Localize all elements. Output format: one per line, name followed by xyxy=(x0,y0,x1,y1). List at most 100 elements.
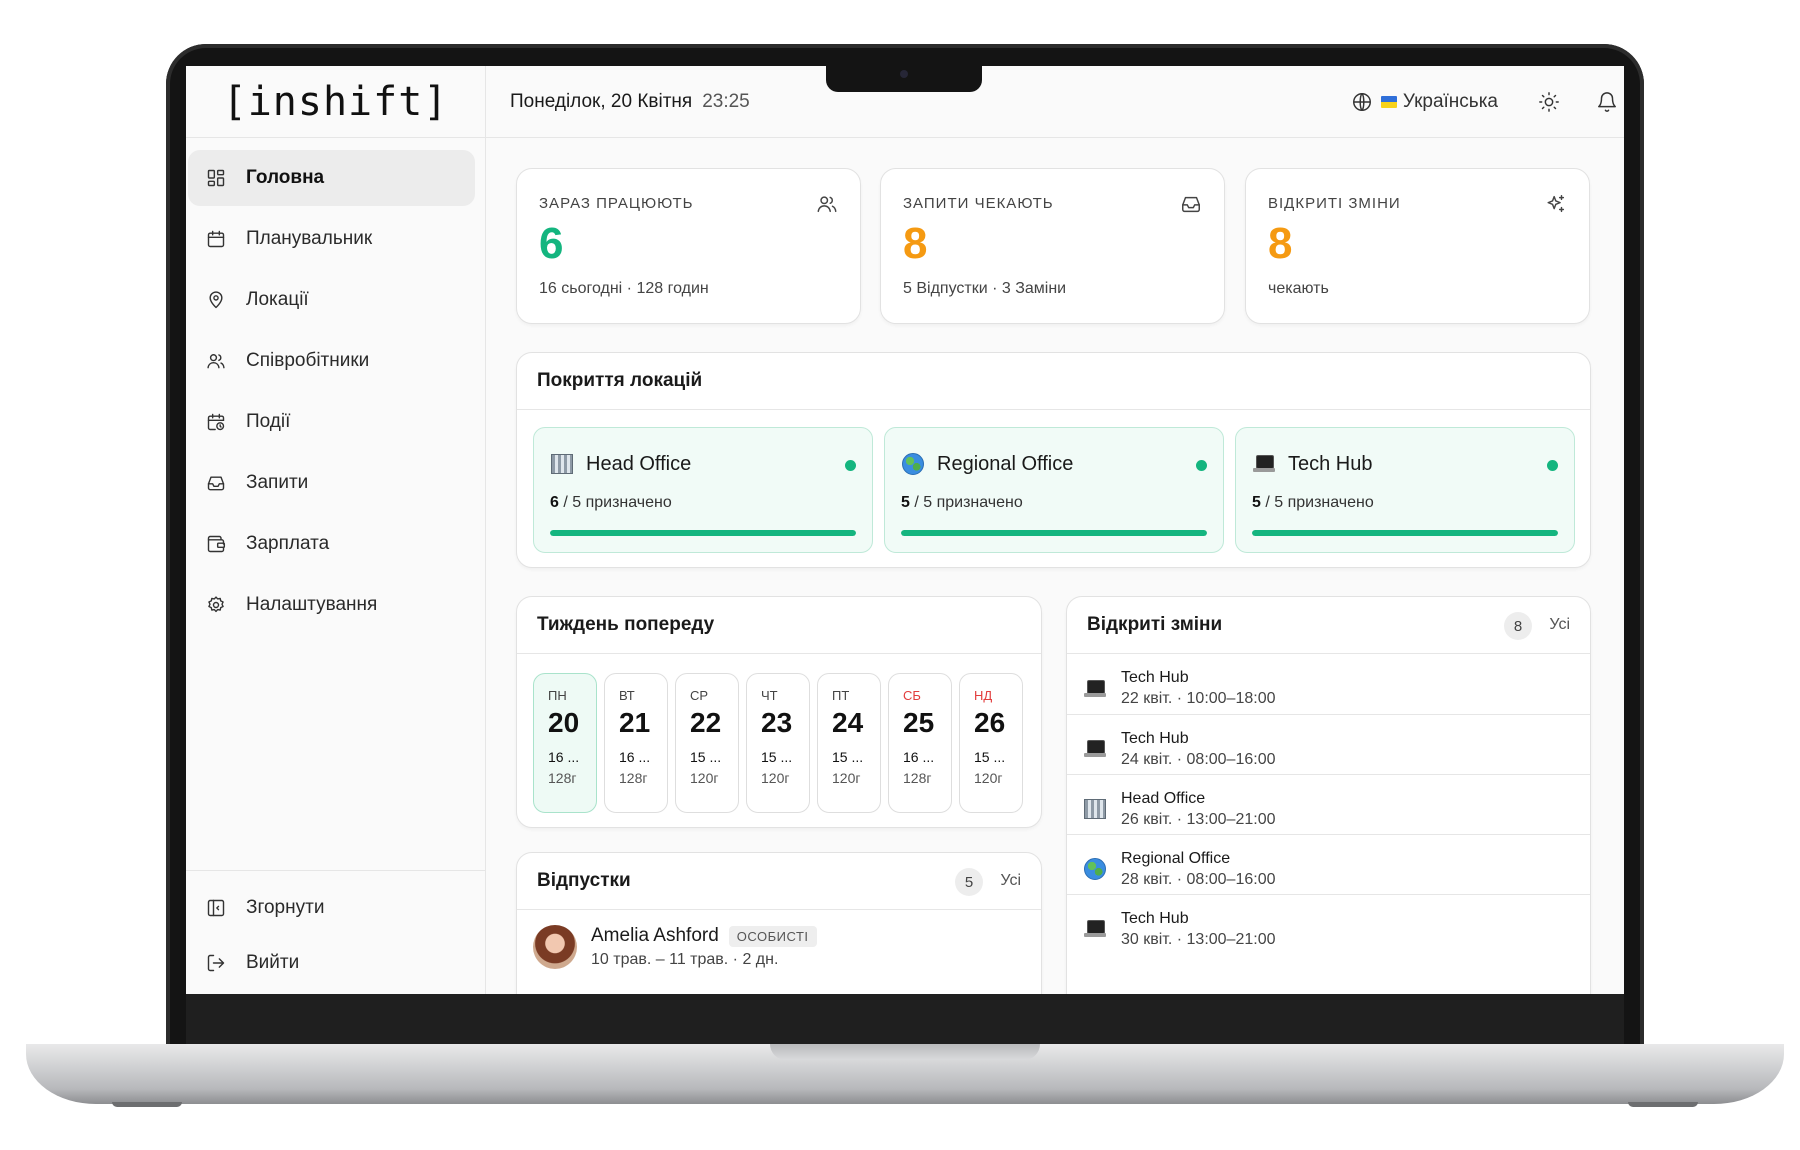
shift-location: Regional Office xyxy=(1121,849,1231,867)
day-shift-count: 16 ... xyxy=(903,749,935,766)
laptop-chin xyxy=(186,993,1624,1045)
sidebar-item-planner[interactable]: Планувальник xyxy=(188,211,475,267)
language-label: Українська xyxy=(1402,91,1498,112)
day-name: Ср xyxy=(690,688,709,703)
vacation-dates: 10 трав. – 11 трав. · 2 дн. xyxy=(591,951,779,968)
week-title: Тиждень попереду xyxy=(517,597,1041,654)
day-name: Вт xyxy=(619,688,635,703)
sidebar: [inshift] Головна Планувальник Локації С… xyxy=(186,66,486,994)
stat-card-open-shifts[interactable]: Відкриті зміни 8 чекають xyxy=(1245,168,1590,324)
day-shift-count: 15 ... xyxy=(690,749,722,766)
day-card-thu[interactable]: Чт 23 15 ... 120г xyxy=(746,673,810,813)
day-hours: 120г xyxy=(761,770,790,787)
open-shifts-all-link[interactable]: Усі xyxy=(1549,616,1570,634)
open-shift-item[interactable]: Head Office 26 квіт. · 13:00–21:00 xyxy=(1067,774,1590,843)
sidebar-item-settings[interactable]: Налаштування xyxy=(188,577,475,633)
day-hours: 128г xyxy=(619,770,648,787)
day-name: Пн xyxy=(548,688,567,703)
current-time: 23:25 xyxy=(702,90,750,112)
vacations-all-link[interactable]: Усі xyxy=(1000,872,1021,890)
open-shift-item[interactable]: Regional Office 28 квіт. · 08:00–16:00 xyxy=(1067,834,1590,903)
day-number: 21 xyxy=(619,707,651,738)
coverage-location-regional-office[interactable]: Regional Office 5 / 5 призначено xyxy=(884,427,1224,553)
day-hours: 128г xyxy=(903,770,932,787)
office-building-icon xyxy=(1083,797,1107,821)
day-card-wed[interactable]: Ср 22 15 ... 120г xyxy=(675,673,739,813)
day-card-mon[interactable]: Пн 20 16 ... 128г xyxy=(533,673,597,813)
stat-card-working-now[interactable]: Зараз працюють 6 16 сьогодні · 128 годин xyxy=(516,168,861,324)
current-date: Понеділок, 20 Квітня xyxy=(510,90,693,112)
users-icon xyxy=(204,349,228,373)
calendar-icon xyxy=(204,227,228,251)
office-building-icon xyxy=(550,452,574,476)
shift-location: Tech Hub xyxy=(1121,729,1189,747)
coverage-progress-bar xyxy=(1252,530,1558,536)
location-coverage-card: Покриття локацій Head Office 6 / 5 призн… xyxy=(516,352,1591,568)
sidebar-item-requests[interactable]: Запити xyxy=(188,455,475,511)
stat-label: Відкриті зміни xyxy=(1268,195,1401,212)
vacations-card: Відпустки 5 Усі Amelia Ashford Особисті … xyxy=(516,852,1042,994)
dashboard-main: Зараз працюють 6 16 сьогодні · 128 годин… xyxy=(486,139,1624,994)
day-name: Пт xyxy=(832,688,850,703)
day-name: Нд xyxy=(974,688,993,703)
day-name: Сб xyxy=(903,688,921,703)
day-card-sun[interactable]: Нд 26 15 ... 120г xyxy=(959,673,1023,813)
vacation-item[interactable]: Amelia Ashford Особисті 10 трав. – 11 тр… xyxy=(533,925,817,969)
stat-value: 8 xyxy=(903,219,928,268)
open-shifts-title: Відкриті зміни xyxy=(1087,614,1223,635)
day-hours: 128г xyxy=(548,770,577,787)
location-assigned: 6 / 5 призначено xyxy=(550,494,672,511)
sidebar-item-events[interactable]: Події xyxy=(188,394,475,450)
day-shift-count: 16 ... xyxy=(619,749,651,766)
open-shifts-header: Відкриті зміни 8 Усі xyxy=(1067,597,1590,654)
logout-button[interactable]: Вийти xyxy=(188,938,476,988)
coverage-location-tech-hub[interactable]: Tech Hub 5 / 5 призначено xyxy=(1235,427,1575,553)
day-card-fri[interactable]: Пт 24 15 ... 120г xyxy=(817,673,881,813)
inbox-icon xyxy=(1180,193,1204,217)
notifications-button[interactable] xyxy=(1594,89,1620,115)
day-number: 24 xyxy=(832,707,864,738)
location-assigned: 5 / 5 призначено xyxy=(1252,494,1374,511)
shift-time: 26 квіт. · 13:00–21:00 xyxy=(1121,810,1276,828)
top-header: Понеділок, 20 Квітня 23:25 Українська xyxy=(486,66,1624,138)
open-shift-item[interactable]: Tech Hub 30 квіт. · 13:00–21:00 xyxy=(1067,894,1590,963)
sidebar-collapse-icon xyxy=(204,896,228,920)
theme-toggle-button[interactable] xyxy=(1536,89,1562,115)
map-pin-icon xyxy=(204,288,228,312)
app-logo[interactable]: [inshift] xyxy=(186,66,485,138)
day-name: Чт xyxy=(761,688,778,703)
sidebar-item-payroll[interactable]: Зарплата xyxy=(188,516,475,572)
sparkles-icon xyxy=(1545,193,1569,217)
sidebar-item-label: Головна xyxy=(246,167,325,188)
sidebar-item-locations[interactable]: Локації xyxy=(188,272,475,328)
shift-time: 28 квіт. · 08:00–16:00 xyxy=(1121,870,1276,888)
day-shift-count: 15 ... xyxy=(761,749,793,766)
language-selector[interactable]: Українська xyxy=(1351,91,1498,113)
collapse-sidebar-button[interactable]: Згорнути xyxy=(188,883,476,933)
inbox-icon xyxy=(204,471,228,495)
day-card-sat[interactable]: Сб 25 16 ... 128г xyxy=(888,673,952,813)
day-card-tue[interactable]: Вт 21 16 ... 128г xyxy=(604,673,668,813)
coverage-location-head-office[interactable]: Head Office 6 / 5 призначено xyxy=(533,427,873,553)
sidebar-item-home[interactable]: Головна xyxy=(188,150,475,206)
day-number: 20 xyxy=(548,707,580,738)
laptop-base-notch xyxy=(770,1044,1040,1060)
laptop-foot-right xyxy=(1628,1102,1698,1107)
open-shift-item[interactable]: Tech Hub 22 квіт. · 10:00–18:00 xyxy=(1067,654,1590,723)
globe-icon xyxy=(1352,93,1371,111)
shift-time: 24 квіт. · 08:00–16:00 xyxy=(1121,750,1276,768)
day-hours: 120г xyxy=(974,770,1003,787)
shift-location: Tech Hub xyxy=(1121,909,1189,927)
wallet-icon xyxy=(204,532,228,556)
location-name: Head Office xyxy=(586,452,692,475)
laptop-icon xyxy=(1083,917,1107,941)
coverage-progress-bar xyxy=(901,530,1207,536)
stat-label: Зараз працюють xyxy=(539,195,694,212)
day-shift-count: 15 ... xyxy=(832,749,864,766)
open-shift-item[interactable]: Tech Hub 24 квіт. · 08:00–16:00 xyxy=(1067,714,1590,783)
sidebar-item-label: Співробітники xyxy=(246,350,370,371)
vacations-title: Відпустки xyxy=(537,870,631,891)
globe-icon xyxy=(901,452,925,476)
sidebar-item-employees[interactable]: Співробітники xyxy=(188,333,475,389)
stat-card-requests-pending[interactable]: Запити чекають 8 5 Відпустки · 3 Заміни xyxy=(880,168,1225,324)
